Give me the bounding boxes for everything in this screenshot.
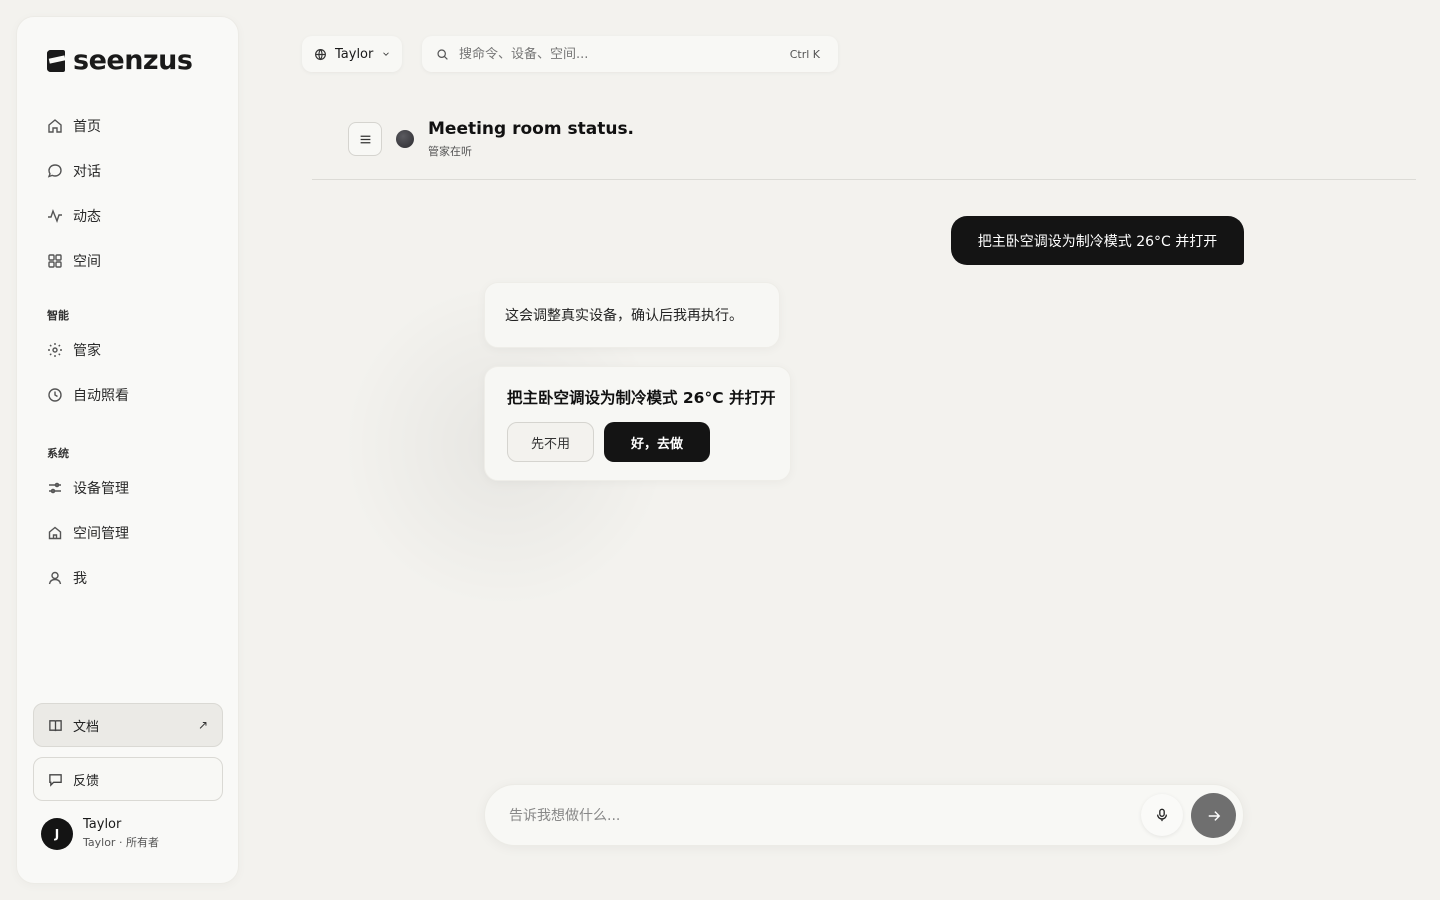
section-heading-system: 系统 <box>47 447 69 460</box>
chat-title: Meeting room status. <box>428 119 635 139</box>
feedback-label: 反馈 <box>73 773 100 789</box>
workspace-name: Taylor <box>335 46 374 62</box>
nav-item-activity[interactable]: 动态 <box>33 193 223 238</box>
home-icon <box>48 118 62 133</box>
nav-item-home[interactable]: 首页 <box>33 103 223 148</box>
confirm-button[interactable]: 好，去做 <box>604 422 710 462</box>
assistant-message: 这会调整真实设备，确认后我再执行。 <box>484 282 780 348</box>
nav-item-me[interactable]: 我 <box>33 555 223 600</box>
brand-logo[interactable]: seenzus <box>45 45 193 76</box>
user-profile[interactable]: J Taylor Taylor · 所有者 <box>41 817 159 850</box>
voice-input-button[interactable] <box>1141 794 1183 836</box>
message-composer <box>484 784 1244 846</box>
shortcut-hint: Ctrl K <box>789 47 820 61</box>
microphone-icon <box>1156 808 1168 822</box>
smart-section: 智能 管家 自动照看 <box>33 303 223 417</box>
nav-item-auto-care[interactable]: 自动照看 <box>33 372 223 417</box>
workspace-switcher[interactable]: Taylor <box>302 36 402 72</box>
nav-item-space-management[interactable]: 空间管理 <box>33 510 223 555</box>
feedback-button[interactable]: 反馈 <box>33 757 223 801</box>
message-input[interactable] <box>509 803 1109 829</box>
docs-label: 文档 <box>73 719 100 735</box>
book-icon <box>49 719 62 731</box>
search-icon <box>437 48 448 60</box>
main-nav: 首页 对话 动态 空间 <box>33 103 223 283</box>
section-heading-smart: 智能 <box>47 309 69 322</box>
butler-status-orb <box>396 130 414 148</box>
nav-item-label: 设备管理 <box>73 480 129 497</box>
action-confirmation-card: 把主卧空调设为制冷模式 26°C 并打开 先不用 好，去做 <box>484 366 791 481</box>
user-name: Taylor <box>83 817 122 832</box>
chat-icon <box>47 163 62 178</box>
nav-item-spaces[interactable]: 空间 <box>33 238 223 283</box>
user-icon <box>48 571 62 584</box>
nav-item-chat[interactable]: 对话 <box>33 148 223 193</box>
seenzus-logo-icon <box>47 49 66 72</box>
nav-item-label: 对话 <box>73 163 101 180</box>
brand-name: seenzus <box>73 45 193 76</box>
clock-icon <box>48 387 62 402</box>
activity-icon <box>48 208 62 223</box>
feedback-chat-icon <box>49 773 62 787</box>
sidebar: seenzus 首页 对话 动态 空间 智能 管家 自动照看 系统 设备管理 空… <box>16 16 239 884</box>
butler-sparkle-icon <box>48 342 62 357</box>
send-button[interactable] <box>1191 793 1236 838</box>
nav-item-label: 自动照看 <box>73 387 129 404</box>
nav-item-label: 空间 <box>73 253 101 270</box>
chat-status: 管家在听 <box>428 145 472 158</box>
grid-icon <box>48 253 62 268</box>
confirmation-title: 把主卧空调设为制冷模式 26°C 并打开 <box>507 389 776 407</box>
nav-item-label: 我 <box>73 570 87 587</box>
external-link-icon: ↗ <box>197 718 208 732</box>
search-input[interactable] <box>459 46 790 62</box>
globe-icon <box>315 48 326 60</box>
header-divider <box>312 179 1416 180</box>
nav-item-label: 动态 <box>73 208 101 225</box>
house-icon <box>48 526 62 539</box>
nav-item-label: 首页 <box>73 118 101 135</box>
system-section: 系统 设备管理 空间管理 我 <box>33 441 223 600</box>
decline-button[interactable]: 先不用 <box>507 422 594 462</box>
menu-icon <box>360 135 370 143</box>
nav-item-label: 管家 <box>73 342 101 359</box>
command-search: Ctrl K <box>422 36 838 72</box>
avatar: J <box>41 817 73 850</box>
user-role: Taylor · 所有者 <box>83 836 159 849</box>
nav-item-label: 空间管理 <box>73 525 129 542</box>
menu-toggle-button[interactable] <box>348 122 382 156</box>
user-message: 把主卧空调设为制冷模式 26°C 并打开 <box>951 216 1244 265</box>
nav-item-device-management[interactable]: 设备管理 <box>33 465 223 510</box>
sliders-icon <box>49 482 61 493</box>
chevron-down-icon <box>383 52 390 56</box>
arrow-right-icon <box>1208 810 1220 821</box>
nav-item-butler[interactable]: 管家 <box>33 327 223 372</box>
docs-button[interactable]: 文档 ↗ <box>33 703 223 747</box>
